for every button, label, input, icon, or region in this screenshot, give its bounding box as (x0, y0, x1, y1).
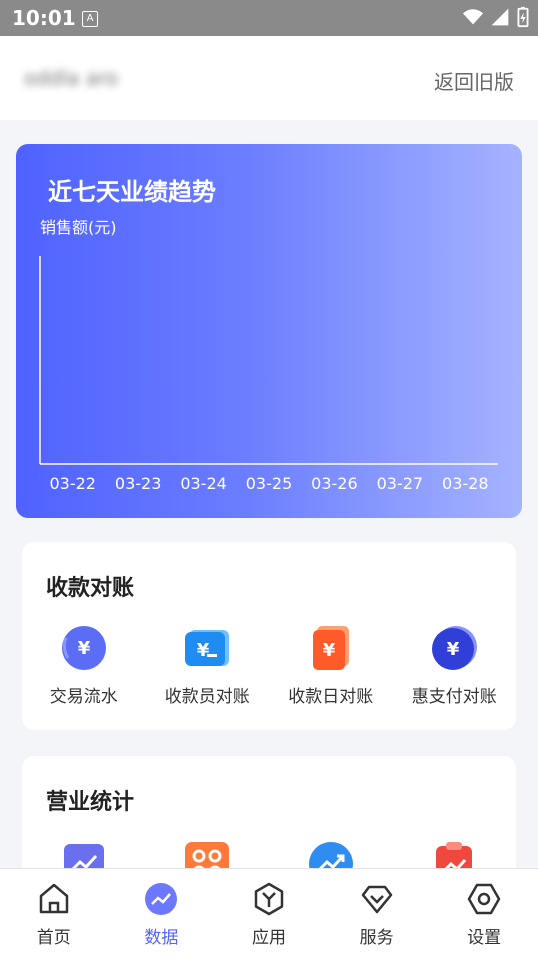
tab-service-label: 服务 (359, 928, 394, 948)
daily-reconcile-button[interactable]: ¥ 收款日对账 (269, 624, 393, 707)
x-tick-label: 03-22 (49, 474, 96, 493)
data-trend-icon (145, 883, 178, 915)
transaction-flow-icon: ¥ (60, 624, 108, 672)
svg-text:¥: ¥ (322, 640, 335, 661)
svg-text:¥: ¥ (447, 639, 460, 660)
tab-home-label: 首页 (36, 928, 71, 948)
tab-data[interactable]: 数据 (108, 869, 216, 959)
x-tick-label: 03-23 (115, 474, 162, 493)
home-icon (39, 883, 69, 914)
notification-icon: A (82, 11, 98, 27)
tab-settings[interactable]: 设置 (430, 869, 538, 959)
reconcile-title: 收款对账 (46, 576, 135, 601)
status-time: 10:01 (12, 6, 76, 30)
sales-trend-card: 近七天业绩趋势 销售额(元) 03-22 03-23 03-24 03-25 03-26… (16, 144, 522, 518)
battery-icon (517, 6, 529, 28)
hui-pay-reconcile-button[interactable]: ¥ 惠支付对账 (393, 624, 517, 707)
wifi-icon (462, 9, 484, 25)
service-icon (361, 885, 392, 914)
tab-data-label: 数据 (144, 928, 179, 948)
transaction-flow-label: 交易流水 (49, 687, 118, 707)
cashier-reconcile-button[interactable]: ¥ 收款员对账 (146, 624, 270, 707)
settings-icon (467, 883, 501, 915)
signal-icon (491, 8, 509, 26)
cashier-reconcile-icon: ¥ (183, 624, 231, 672)
store-name: oddla aro (24, 66, 119, 90)
x-tick-label: 03-27 (377, 474, 424, 493)
apps-icon (254, 882, 284, 916)
daily-reconcile-label: 收款日对账 (288, 687, 374, 707)
trend-chart: 03-22 03-23 03-24 03-25 03-26 03-27 03-28 (39, 256, 498, 493)
x-tick-label: 03-28 (442, 474, 489, 493)
reconcile-card: 收款对账 ¥ 交易流水 ¥ 收款员对账 ¥ 收款日对账 ¥ 惠支付对账 (22, 542, 516, 730)
header: oddla aro 返回旧版 (0, 36, 538, 120)
svg-text:¥: ¥ (77, 638, 90, 659)
tab-home[interactable]: 首页 (0, 869, 108, 959)
hui-pay-reconcile-label: 惠支付对账 (411, 687, 497, 707)
tab-apps[interactable]: 应用 (215, 869, 323, 959)
cashier-reconcile-label: 收款员对账 (164, 687, 250, 707)
bottom-tab-bar: 首页 数据 应用 服务 设置 (0, 868, 538, 959)
tab-settings-label: 设置 (467, 928, 502, 948)
system-icons (462, 6, 530, 28)
daily-reconcile-icon: ¥ (307, 624, 355, 672)
svg-text:¥: ¥ (197, 640, 210, 661)
x-tick-label: 03-25 (246, 474, 293, 493)
x-tick-label: 03-26 (311, 474, 358, 493)
back-to-old-version-link[interactable]: 返回旧版 (434, 66, 514, 95)
business-stats-title: 营业统计 (46, 790, 135, 815)
hui-pay-reconcile-icon: ¥ (430, 624, 478, 672)
transaction-flow-button[interactable]: ¥ 交易流水 (22, 624, 146, 707)
x-tick-label: 03-24 (180, 474, 227, 493)
tab-service[interactable]: 服务 (323, 869, 431, 959)
tab-apps-label: 应用 (251, 928, 286, 948)
status-bar: 10:01 A (0, 0, 538, 36)
